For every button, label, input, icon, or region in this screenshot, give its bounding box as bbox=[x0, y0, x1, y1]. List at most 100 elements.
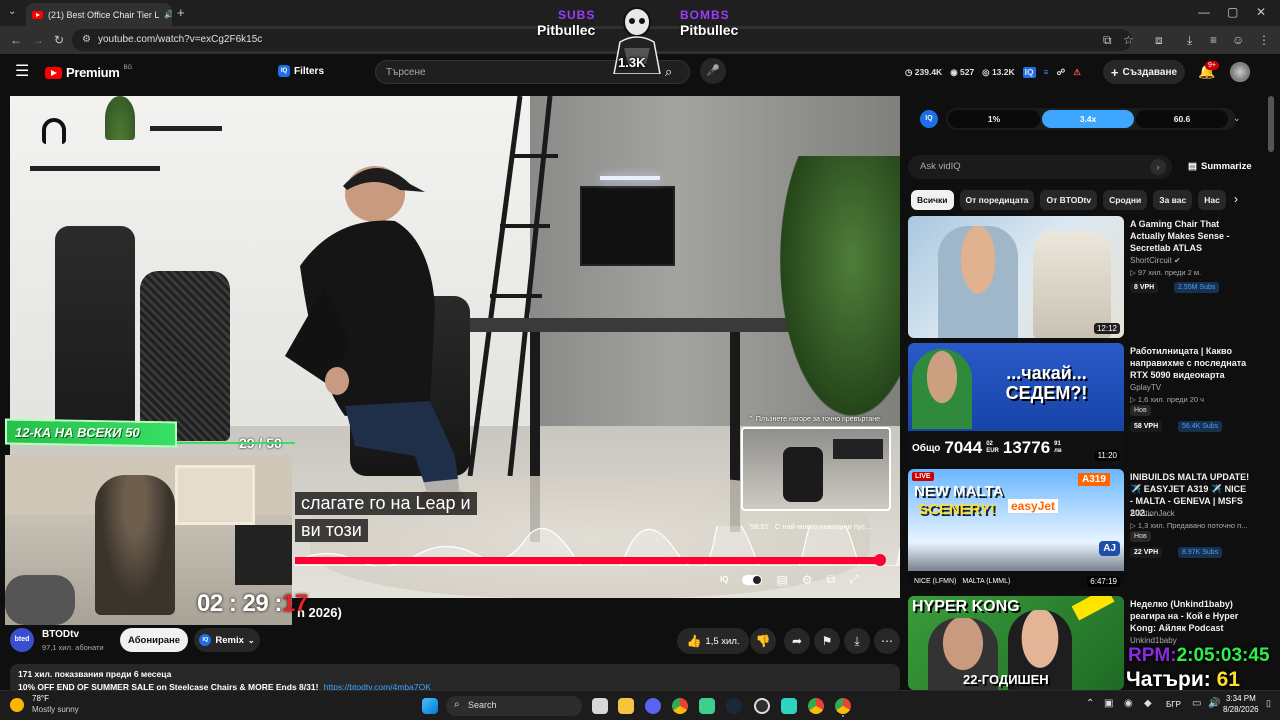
share-button[interactable]: ➦ bbox=[784, 628, 810, 654]
rec-thumbnail[interactable]: HYPER KONG 22-ГОДИШЕН bbox=[908, 596, 1124, 690]
tab-audio-icon[interactable]: 🔊 bbox=[164, 10, 172, 19]
windows-start-icon[interactable] bbox=[422, 698, 438, 714]
vidiq-alert-icon[interactable]: ⚠ bbox=[1073, 67, 1081, 78]
like-button[interactable]: 👍 1,5 хил. bbox=[677, 628, 749, 654]
subscribe-button[interactable]: Абониране bbox=[120, 628, 188, 652]
notification-center-icon[interactable]: ▯ bbox=[1266, 699, 1271, 708]
vidiq-header-icon[interactable]: IQ bbox=[1022, 67, 1036, 78]
taskbar-search[interactable]: ⌕ Search bbox=[446, 696, 582, 716]
vidiq-metric-multiplier[interactable]: 3.4x bbox=[1042, 110, 1134, 128]
progress-scrubber[interactable] bbox=[874, 554, 886, 566]
page-scrollbar[interactable] bbox=[1268, 96, 1274, 152]
rec-thumbnail[interactable]: LIVE NEW MALTA SCENERY! A319 easyJet NIC… bbox=[908, 469, 1124, 591]
settings-gear-icon[interactable]: ⚙ bbox=[802, 573, 813, 587]
discord-icon[interactable] bbox=[645, 698, 661, 714]
rec-title[interactable]: Неделко (Unkind1baby) реагира на - Кой е… bbox=[1130, 598, 1250, 634]
keyboard-language[interactable]: БГР bbox=[1166, 700, 1181, 709]
chrome-icon[interactable] bbox=[672, 698, 688, 714]
downloads-icon[interactable]: ⤓ bbox=[1187, 34, 1192, 46]
miniplayer-icon[interactable]: ⧉ bbox=[827, 572, 836, 587]
share-icon: ➦ bbox=[791, 634, 803, 648]
app-icon[interactable] bbox=[699, 698, 715, 714]
vidiq-logo-icon[interactable]: IQ bbox=[920, 110, 938, 128]
menu-dots-icon[interactable]: ⋮ bbox=[1258, 34, 1270, 46]
hamburger-menu-icon[interactable]: ☰ bbox=[15, 64, 29, 80]
reload-icon[interactable]: ↻ bbox=[54, 34, 64, 46]
fullscreen-icon[interactable]: ⤢ bbox=[849, 572, 859, 587]
chip-related[interactable]: Сродни bbox=[1103, 190, 1148, 210]
rec-channel[interactable]: ShortCircuit ✔ bbox=[1130, 256, 1181, 265]
tray-app-icon[interactable]: ◆ bbox=[1144, 699, 1152, 709]
back-icon[interactable]: ← bbox=[10, 34, 22, 46]
download-button[interactable]: ⤓ bbox=[844, 628, 870, 654]
recommendation-item[interactable]: ...чакай... СЕДЕМ?! Общо 7044 02 EUR 1377… bbox=[908, 343, 1264, 465]
rec-channel[interactable]: Unkind1baby bbox=[1130, 636, 1177, 645]
minimize-icon[interactable]: — bbox=[1198, 6, 1210, 18]
task-view-icon[interactable] bbox=[592, 698, 608, 714]
vidiq-player-icon[interactable]: IQ bbox=[720, 575, 728, 584]
ask-submit-icon[interactable]: › bbox=[1150, 159, 1166, 175]
steam-icon[interactable] bbox=[726, 698, 742, 714]
file-explorer-icon[interactable] bbox=[618, 698, 634, 714]
url-field[interactable]: youtube.com/watch?v=exCg2F6k15c bbox=[72, 29, 1132, 51]
rec-title[interactable]: Работилницата | Какво направихме с после… bbox=[1130, 345, 1250, 381]
profile-icon[interactable]: ☺ bbox=[1232, 34, 1244, 46]
vidiq-metric-score[interactable]: 60.6 bbox=[1136, 110, 1228, 128]
youtube-logo[interactable]: Premium BG bbox=[45, 65, 132, 80]
tray-app-icon[interactable]: ▣ bbox=[1104, 699, 1113, 709]
account-avatar[interactable] bbox=[1230, 62, 1250, 82]
chips-next-icon[interactable]: › bbox=[1234, 193, 1238, 205]
create-button[interactable]: + Създаване bbox=[1103, 60, 1185, 84]
chip-more[interactable]: Нас bbox=[1198, 190, 1226, 210]
office-chair bbox=[140, 271, 230, 441]
reading-list-icon[interactable]: ≡ bbox=[1210, 34, 1217, 46]
ask-vidiq-input[interactable]: Ask vidIQ › bbox=[908, 155, 1172, 179]
recommendation-item[interactable]: LIVE NEW MALTA SCENERY! A319 easyJet NIC… bbox=[908, 469, 1264, 591]
rec-thumbnail[interactable]: ...чакай... СЕДЕМ?! Общо 7044 02 EUR 1377… bbox=[908, 343, 1124, 465]
tab-list-icon[interactable]: ⌄ bbox=[8, 7, 16, 17]
browser-tab[interactable]: (21) Best Office Chair Tier L 🔊 ✕ bbox=[26, 3, 172, 26]
close-window-icon[interactable]: ✕ bbox=[1256, 6, 1266, 18]
maximize-icon[interactable]: ▢ bbox=[1227, 6, 1238, 18]
chip-from-channel[interactable]: От BTODtv bbox=[1040, 190, 1098, 210]
remix-button[interactable]: IQ Remix ⌄ bbox=[194, 628, 260, 652]
vidiq-metric-outlier[interactable]: 1% bbox=[948, 110, 1040, 128]
more-actions-button[interactable]: ⋯ bbox=[874, 628, 900, 654]
filters-button[interactable]: IQ Filters bbox=[278, 65, 324, 77]
app-icon[interactable] bbox=[781, 698, 797, 714]
voice-search-button[interactable]: 🎤 bbox=[700, 58, 726, 84]
tray-overflow-icon[interactable]: ⌃ bbox=[1086, 699, 1094, 709]
dislike-button[interactable]: 👎 bbox=[750, 628, 776, 654]
vidiq-list-icon[interactable]: ≡ bbox=[1044, 67, 1049, 78]
forward-icon[interactable]: → bbox=[32, 34, 44, 46]
rec-title[interactable]: A Gaming Chair That Actually Makes Sense… bbox=[1130, 218, 1250, 254]
rec-channel[interactable]: AviationJack bbox=[1130, 509, 1175, 518]
channel-avatar[interactable]: bted bbox=[10, 628, 34, 652]
captions-icon[interactable]: ▤ bbox=[776, 573, 787, 587]
chip-for-you[interactable]: За вас bbox=[1153, 190, 1193, 210]
vidiq-collapse-icon[interactable]: ⌄ bbox=[1233, 114, 1241, 123]
chrome-active-icon[interactable] bbox=[835, 698, 851, 714]
bookmark-star-icon[interactable]: ☆ bbox=[1123, 34, 1134, 46]
clock-date[interactable]: 8/28/2026 bbox=[1223, 705, 1259, 714]
tray-app-icon[interactable]: ◉ bbox=[1124, 699, 1133, 709]
rec-thumbnail[interactable]: 12:12 bbox=[908, 216, 1124, 338]
site-info-icon[interactable]: ⚙ bbox=[82, 35, 91, 45]
chrome-icon[interactable] bbox=[808, 698, 824, 714]
volume-icon[interactable]: 🔊 bbox=[1208, 699, 1220, 709]
obs-icon[interactable] bbox=[754, 698, 770, 714]
save-button[interactable]: ⚑ bbox=[814, 628, 840, 654]
vidiq-tool-icon[interactable]: ☍ bbox=[1057, 67, 1066, 78]
clock-time[interactable]: 3:34 PM bbox=[1226, 694, 1256, 703]
chip-all[interactable]: Всички bbox=[911, 190, 954, 210]
new-tab-button[interactable]: + bbox=[177, 6, 185, 19]
channel-name[interactable]: BTODtv bbox=[42, 629, 79, 640]
summarize-button[interactable]: ▤ Summarize bbox=[1188, 161, 1252, 172]
extensions-icon[interactable]: ⧈ bbox=[1155, 34, 1163, 46]
recommendation-item[interactable]: 12:12 A Gaming Chair That Actually Makes… bbox=[908, 216, 1264, 338]
chip-from-series[interactable]: От поредицата bbox=[959, 190, 1035, 210]
autoplay-toggle[interactable] bbox=[742, 574, 763, 585]
install-app-icon[interactable]: ⧉ bbox=[1103, 34, 1112, 46]
network-icon[interactable]: ▭ bbox=[1192, 699, 1201, 709]
rec-channel[interactable]: GplayTV bbox=[1130, 383, 1161, 392]
